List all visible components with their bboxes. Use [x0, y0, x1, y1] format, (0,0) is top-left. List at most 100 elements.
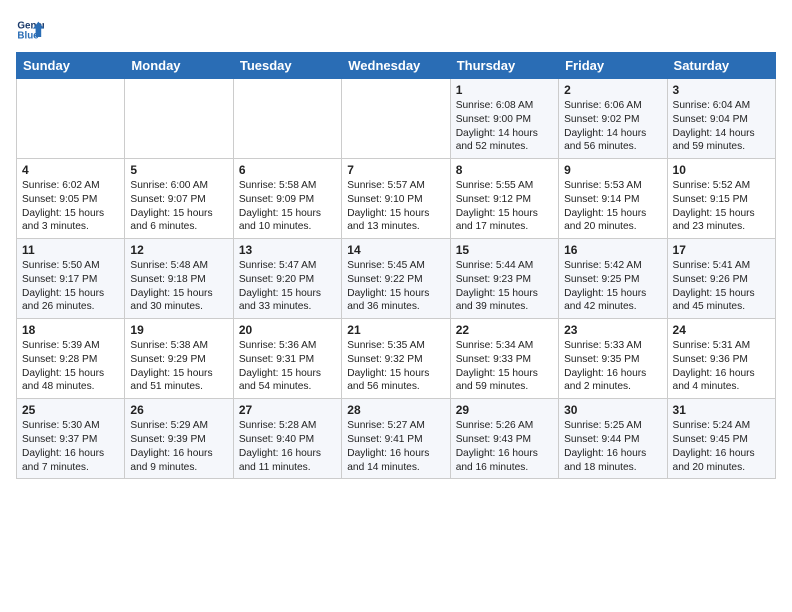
calendar-cell: 10 Sunrise: 5:52 AM Sunset: 9:15 PM Dayli…: [667, 159, 775, 239]
calendar-cell: 15 Sunrise: 5:44 AM Sunset: 9:23 PM Dayli…: [450, 239, 558, 319]
cell-content: Sunrise: 5:29 AM Sunset: 9:39 PM Dayligh…: [130, 419, 227, 474]
weekday-header-wednesday: Wednesday: [342, 53, 450, 79]
calendar-cell: 2 Sunrise: 6:06 AM Sunset: 9:02 PM Daylig…: [559, 79, 667, 159]
cell-content: Sunrise: 5:27 AM Sunset: 9:41 PM Dayligh…: [347, 419, 444, 474]
calendar-cell: 28 Sunrise: 5:27 AM Sunset: 9:41 PM Dayli…: [342, 399, 450, 479]
calendar-cell: 6 Sunrise: 5:58 AM Sunset: 9:09 PM Daylig…: [233, 159, 341, 239]
day-number: 13: [239, 243, 336, 257]
cell-content: Sunrise: 5:57 AM Sunset: 9:10 PM Dayligh…: [347, 179, 444, 234]
day-number: 20: [239, 323, 336, 337]
cell-content: Sunrise: 5:39 AM Sunset: 9:28 PM Dayligh…: [22, 339, 119, 394]
day-number: 2: [564, 83, 661, 97]
calendar-cell: 8 Sunrise: 5:55 AM Sunset: 9:12 PM Daylig…: [450, 159, 558, 239]
weekday-header-saturday: Saturday: [667, 53, 775, 79]
cell-content: Sunrise: 5:58 AM Sunset: 9:09 PM Dayligh…: [239, 179, 336, 234]
cell-content: Sunrise: 6:08 AM Sunset: 9:00 PM Dayligh…: [456, 99, 553, 154]
weekday-header-sunday: Sunday: [17, 53, 125, 79]
day-number: 30: [564, 403, 661, 417]
calendar-cell: 22 Sunrise: 5:34 AM Sunset: 9:33 PM Dayli…: [450, 319, 558, 399]
cell-content: Sunrise: 5:34 AM Sunset: 9:33 PM Dayligh…: [456, 339, 553, 394]
day-number: 11: [22, 243, 119, 257]
cell-content: Sunrise: 5:50 AM Sunset: 9:17 PM Dayligh…: [22, 259, 119, 314]
cell-content: Sunrise: 5:53 AM Sunset: 9:14 PM Dayligh…: [564, 179, 661, 234]
cell-content: Sunrise: 5:45 AM Sunset: 9:22 PM Dayligh…: [347, 259, 444, 314]
day-number: 3: [673, 83, 770, 97]
day-number: 4: [22, 163, 119, 177]
weekday-header-tuesday: Tuesday: [233, 53, 341, 79]
day-number: 10: [673, 163, 770, 177]
calendar-cell: 5 Sunrise: 6:00 AM Sunset: 9:07 PM Daylig…: [125, 159, 233, 239]
weekday-header-friday: Friday: [559, 53, 667, 79]
cell-content: Sunrise: 5:44 AM Sunset: 9:23 PM Dayligh…: [456, 259, 553, 314]
day-number: 17: [673, 243, 770, 257]
day-number: 7: [347, 163, 444, 177]
logo: General Blue: [16, 16, 50, 44]
calendar-cell: 7 Sunrise: 5:57 AM Sunset: 9:10 PM Daylig…: [342, 159, 450, 239]
calendar-cell: 12 Sunrise: 5:48 AM Sunset: 9:18 PM Dayli…: [125, 239, 233, 319]
weekday-header-monday: Monday: [125, 53, 233, 79]
cell-content: Sunrise: 5:52 AM Sunset: 9:15 PM Dayligh…: [673, 179, 770, 234]
calendar-cell: 30 Sunrise: 5:25 AM Sunset: 9:44 PM Dayli…: [559, 399, 667, 479]
calendar-cell: 21 Sunrise: 5:35 AM Sunset: 9:32 PM Dayli…: [342, 319, 450, 399]
calendar-cell: 26 Sunrise: 5:29 AM Sunset: 9:39 PM Dayli…: [125, 399, 233, 479]
cell-content: Sunrise: 5:42 AM Sunset: 9:25 PM Dayligh…: [564, 259, 661, 314]
calendar-cell: 19 Sunrise: 5:38 AM Sunset: 9:29 PM Dayli…: [125, 319, 233, 399]
calendar-cell: 3 Sunrise: 6:04 AM Sunset: 9:04 PM Daylig…: [667, 79, 775, 159]
calendar-cell: 20 Sunrise: 5:36 AM Sunset: 9:31 PM Dayli…: [233, 319, 341, 399]
cell-content: Sunrise: 6:00 AM Sunset: 9:07 PM Dayligh…: [130, 179, 227, 234]
day-number: 27: [239, 403, 336, 417]
day-number: 31: [673, 403, 770, 417]
cell-content: Sunrise: 6:06 AM Sunset: 9:02 PM Dayligh…: [564, 99, 661, 154]
calendar-cell: [17, 79, 125, 159]
calendar-cell: 24Sunrise: 5:31 AM Sunset: 9:36 PM Dayli…: [667, 319, 775, 399]
day-number: 22: [456, 323, 553, 337]
calendar-cell: 29Sunrise: 5:26 AM Sunset: 9:43 PM Dayli…: [450, 399, 558, 479]
calendar-cell: 4 Sunrise: 6:02 AM Sunset: 9:05 PM Daylig…: [17, 159, 125, 239]
cell-content: Sunrise: 5:33 AM Sunset: 9:35 PM Dayligh…: [564, 339, 661, 394]
calendar-cell: 16 Sunrise: 5:42 AM Sunset: 9:25 PM Dayli…: [559, 239, 667, 319]
calendar-cell: 31 Sunrise: 5:24 AM Sunset: 9:45 PM Dayli…: [667, 399, 775, 479]
calendar-cell: 17 Sunrise: 5:41 AM Sunset: 9:26 PM Dayli…: [667, 239, 775, 319]
day-number: 26: [130, 403, 227, 417]
day-number: 21: [347, 323, 444, 337]
cell-content: Sunrise: 5:41 AM Sunset: 9:26 PM Dayligh…: [673, 259, 770, 314]
day-number: 14: [347, 243, 444, 257]
cell-content: Sunrise: 5:38 AM Sunset: 9:29 PM Dayligh…: [130, 339, 227, 394]
day-number: 19: [130, 323, 227, 337]
calendar-cell: [342, 79, 450, 159]
calendar-cell: 11 Sunrise: 5:50 AM Sunset: 9:17 PM Dayli…: [17, 239, 125, 319]
cell-content: Sunrise: 5:35 AM Sunset: 9:32 PM Dayligh…: [347, 339, 444, 394]
calendar-table: SundayMondayTuesdayWednesdayThursdayFrid…: [16, 52, 776, 479]
calendar-cell: 13Sunrise: 5:47 AM Sunset: 9:20 PM Dayli…: [233, 239, 341, 319]
cell-content: Sunrise: 6:02 AM Sunset: 9:05 PM Dayligh…: [22, 179, 119, 234]
day-number: 28: [347, 403, 444, 417]
calendar-cell: 9Sunrise: 5:53 AM Sunset: 9:14 PM Daylig…: [559, 159, 667, 239]
cell-content: Sunrise: 5:36 AM Sunset: 9:31 PM Dayligh…: [239, 339, 336, 394]
cell-content: Sunrise: 5:25 AM Sunset: 9:44 PM Dayligh…: [564, 419, 661, 474]
day-number: 6: [239, 163, 336, 177]
calendar-cell: 1Sunrise: 6:08 AM Sunset: 9:00 PM Daylig…: [450, 79, 558, 159]
calendar-cell: 18 Sunrise: 5:39 AM Sunset: 9:28 PM Dayli…: [17, 319, 125, 399]
calendar-cell: [233, 79, 341, 159]
day-number: 23: [564, 323, 661, 337]
day-number: 16: [564, 243, 661, 257]
cell-content: Sunrise: 5:26 AM Sunset: 9:43 PM Dayligh…: [456, 419, 553, 474]
calendar-cell: 23 Sunrise: 5:33 AM Sunset: 9:35 PM Dayli…: [559, 319, 667, 399]
cell-content: Sunrise: 6:04 AM Sunset: 9:04 PM Dayligh…: [673, 99, 770, 154]
day-number: 8: [456, 163, 553, 177]
page-header: General Blue: [16, 16, 776, 44]
cell-content: Sunrise: 5:28 AM Sunset: 9:40 PM Dayligh…: [239, 419, 336, 474]
cell-content: Sunrise: 5:55 AM Sunset: 9:12 PM Dayligh…: [456, 179, 553, 234]
weekday-header-thursday: Thursday: [450, 53, 558, 79]
cell-content: Sunrise: 5:30 AM Sunset: 9:37 PM Dayligh…: [22, 419, 119, 474]
day-number: 24: [673, 323, 770, 337]
day-number: 12: [130, 243, 227, 257]
day-number: 15: [456, 243, 553, 257]
day-number: 5: [130, 163, 227, 177]
day-number: 18: [22, 323, 119, 337]
cell-content: Sunrise: 5:24 AM Sunset: 9:45 PM Dayligh…: [673, 419, 770, 474]
calendar-cell: [125, 79, 233, 159]
calendar-cell: 27 Sunrise: 5:28 AM Sunset: 9:40 PM Dayli…: [233, 399, 341, 479]
calendar-cell: 25Sunrise: 5:30 AM Sunset: 9:37 PM Dayli…: [17, 399, 125, 479]
cell-content: Sunrise: 5:48 AM Sunset: 9:18 PM Dayligh…: [130, 259, 227, 314]
